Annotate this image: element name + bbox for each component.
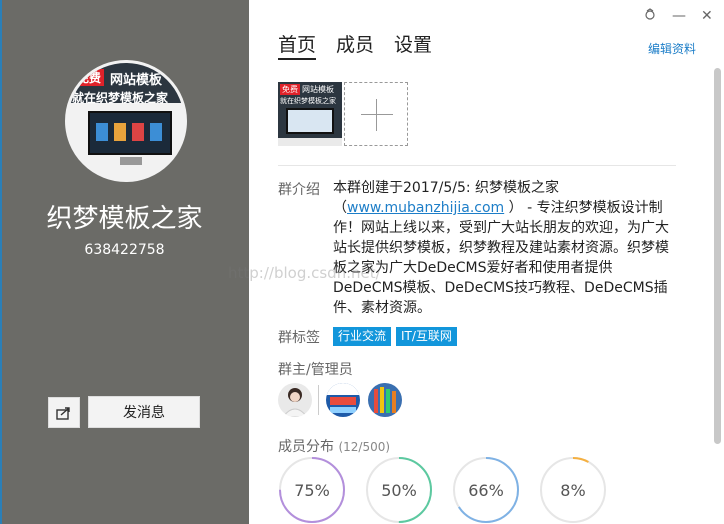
photo-footer [278,138,342,146]
distribution-ring[interactable]: 8% [539,456,607,524]
scrollbar-thumb[interactable] [714,68,721,444]
admin-avatar[interactable] [326,383,360,417]
share-icon [56,406,70,420]
group-name: 织梦模板之家 [46,204,203,234]
edit-profile-link[interactable]: 编辑资料 [648,40,696,57]
group-id: 638422758 [84,242,165,258]
close-button[interactable]: ✕ [701,8,713,24]
tag-list: 行业交流 IT/互联网 [333,327,462,346]
tab-home[interactable]: 首页 [278,30,317,60]
window-edge [0,0,2,524]
watermark: http://blog.csdn.net/ [228,264,381,282]
group-avatar[interactable]: 免费 网站模板 就在织梦模板之家 [65,60,187,182]
photo-monitor [286,108,334,134]
ring-percent: 50% [381,481,417,500]
plus-icon [361,114,393,115]
member-count: (12/500) [338,440,391,454]
tab-bar: 首页 成员 设置 [278,30,452,62]
add-photo-button[interactable] [344,82,408,146]
minimize-button[interactable]: — [672,8,686,24]
tab-settings[interactable]: 设置 [394,30,432,60]
distribution-ring[interactable]: 50% [365,456,433,524]
intro-text: 本群创建于2017/5/5: 织梦模板之家 （www.mubanzhijia.c… [333,178,673,318]
share-button[interactable] [48,397,80,428]
avatar-text-line1: 网站模板 [110,73,163,88]
ring-percent: 8% [560,481,586,500]
photo-badge: 免费 [280,84,300,95]
admin-list [278,382,410,418]
intro-label: 群介绍 [278,182,320,198]
intro-link-open: （ [333,200,347,216]
skin-icon[interactable] [644,8,656,24]
distribution-ring[interactable]: 75% [278,456,346,524]
ring-percent: 66% [468,481,504,500]
tag-it-internet[interactable]: IT/互联网 [396,327,457,346]
admin-avatar[interactable] [368,383,402,417]
tag-industry[interactable]: 行业交流 [333,327,392,346]
owner-avatar[interactable] [278,383,312,417]
website-link[interactable]: www.mubanzhijia.com [347,200,504,216]
distribution-title: 成员分布 [278,439,334,455]
group-photo[interactable]: 免费 网站模板 就在织梦模板之家 [278,82,342,146]
admin-separator [318,385,319,415]
send-message-button[interactable]: 发消息 [88,396,200,428]
distribution-ring[interactable]: 66% [452,456,520,524]
intro-rest: - 专注织梦模板设计制作！网站上线以来，受到广大站长朋友的欢迎，为广大站长提供织… [333,200,669,316]
avatar-badge: 免费 [74,69,105,86]
plus-icon-vertical [376,99,377,131]
intro-line1: 本群创建于2017/5/5: 织梦模板之家 [333,180,560,196]
photo-text-line2: 就在织梦模板之家 [280,97,336,105]
avatar-text-line2: 就在织梦模板之家 [72,91,169,105]
tags-label: 群标签 [278,330,320,346]
photo-text-line1: 网站模板 [302,85,334,94]
intro-link-close: ） [504,200,523,216]
distribution-label: 成员分布 (12/500) [278,436,390,456]
monitor-image [88,111,172,155]
monitor-stand [120,157,142,165]
tab-members[interactable]: 成员 [336,30,374,60]
admins-label: 群主/管理员 [278,362,353,378]
divider [278,165,676,166]
ring-percent: 75% [294,481,330,500]
